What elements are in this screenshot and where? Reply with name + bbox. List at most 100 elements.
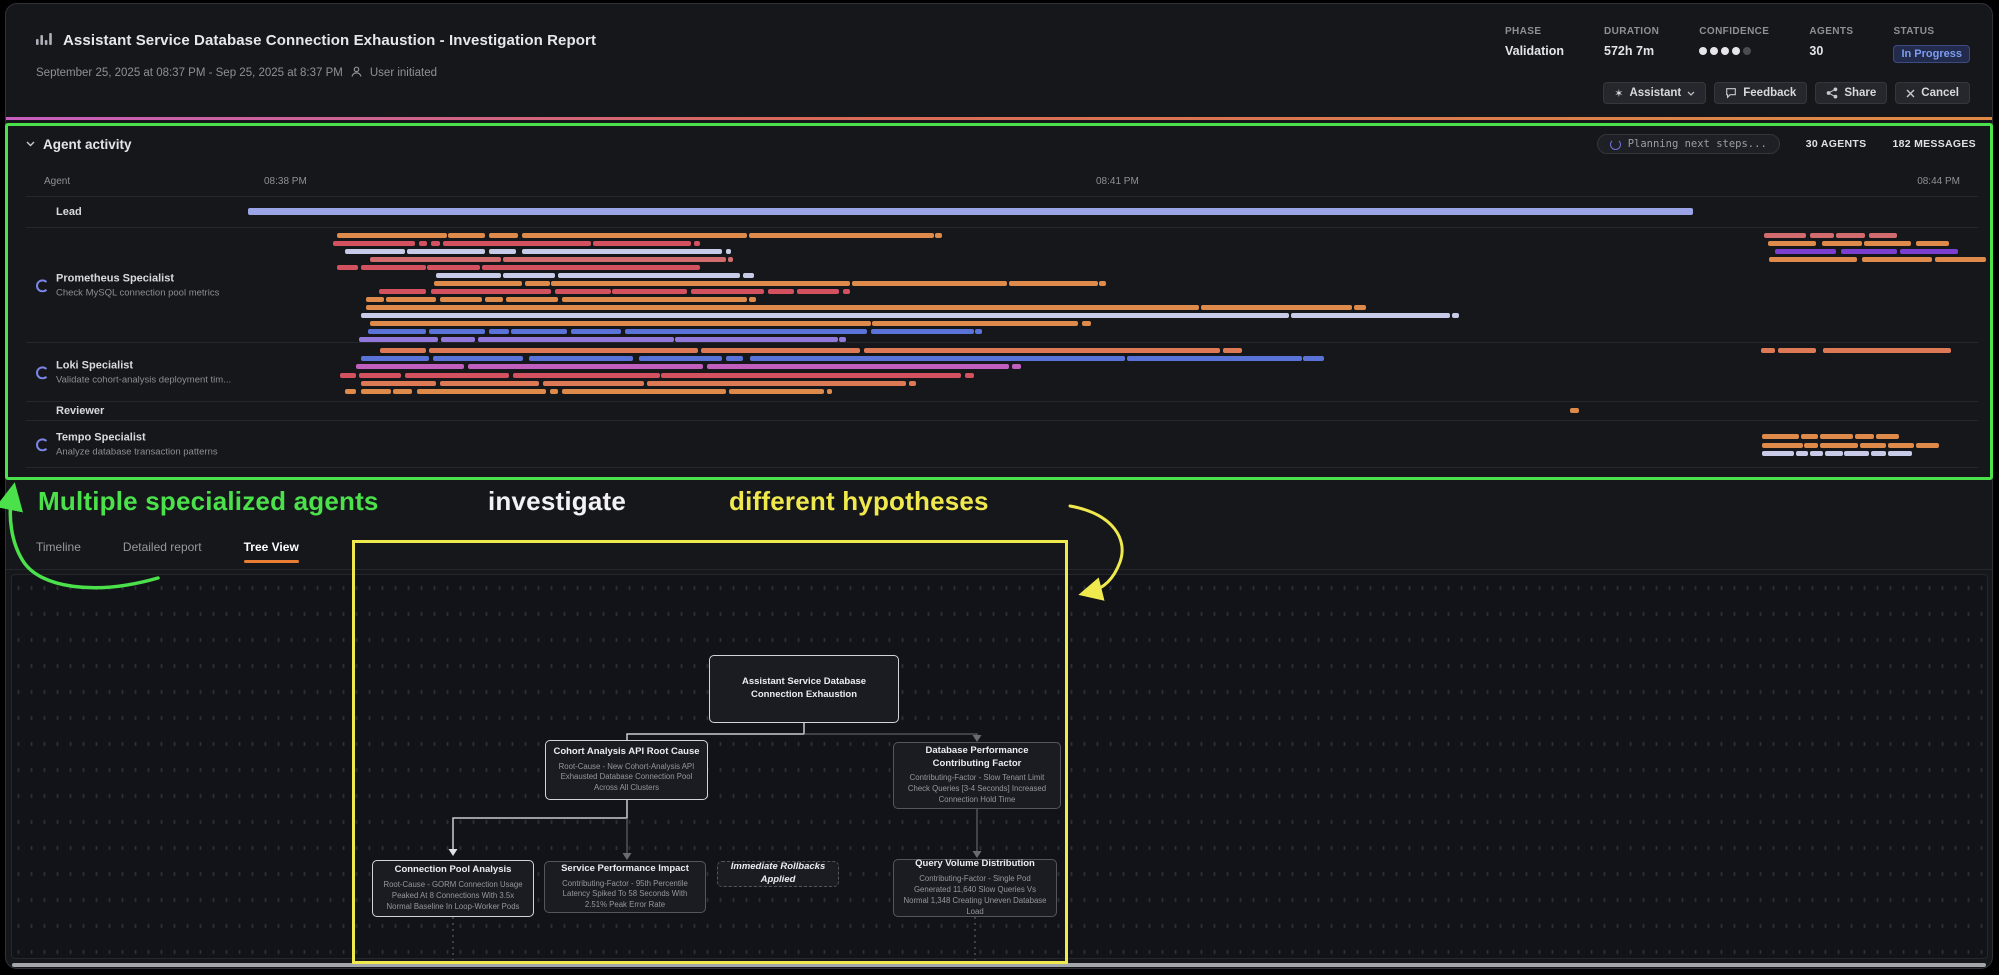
gantt-bar-segment[interactable] xyxy=(1935,257,1986,262)
gantt-bar-segment[interactable] xyxy=(440,381,539,386)
gantt-bar-segment[interactable] xyxy=(333,241,415,246)
gantt-bar-segment[interactable] xyxy=(750,356,1125,361)
gantt-bar-segment[interactable] xyxy=(340,373,356,378)
gantt-bar-segment[interactable] xyxy=(612,289,687,294)
gantt-bar-segment[interactable] xyxy=(361,381,436,386)
gantt-bar-segment[interactable] xyxy=(361,265,426,270)
gantt-bar-segment[interactable] xyxy=(1844,451,1868,456)
assistant-button[interactable]: ✶ Assistant xyxy=(1603,82,1706,104)
gantt-bar-segment[interactable] xyxy=(550,389,559,394)
gantt-bar-segment[interactable] xyxy=(1855,434,1874,439)
gantt-bar-segment[interactable] xyxy=(337,265,358,270)
tab-tree-view[interactable]: Tree View xyxy=(244,540,299,563)
gantt-bar-segment[interactable] xyxy=(405,373,510,378)
gantt-bar-segment[interactable] xyxy=(1823,348,1950,353)
gantt-bar-segment[interactable] xyxy=(436,273,501,278)
gantt-bar-segment[interactable] xyxy=(1775,249,1836,254)
gantt-bar-segment[interactable] xyxy=(1869,233,1897,238)
gantt-bar-segment[interactable] xyxy=(482,265,700,270)
gantt-bar-segment[interactable] xyxy=(489,233,519,238)
gantt-bar-segment[interactable] xyxy=(440,297,482,302)
gantt-bar-segment[interactable] xyxy=(1127,356,1302,361)
gantt-bar-segment[interactable] xyxy=(749,297,756,302)
gantt-bar-segment[interactable] xyxy=(503,257,726,262)
feedback-button[interactable]: Feedback xyxy=(1714,82,1807,104)
gantt-bar-segment[interactable] xyxy=(1864,241,1911,246)
gantt-bar-segment[interactable] xyxy=(1762,434,1799,439)
gantt-bar-segment[interactable] xyxy=(489,249,517,254)
gantt-bar-segment[interactable] xyxy=(1825,451,1842,456)
gantt-bar-segment[interactable] xyxy=(370,257,501,262)
gantt-bar-segment[interactable] xyxy=(485,297,502,302)
gantt-bar-segment[interactable] xyxy=(1201,305,1353,310)
gantt-bar-segment[interactable] xyxy=(1291,313,1450,318)
gantt-bar-segment[interactable] xyxy=(935,233,942,238)
gantt-bar-segment[interactable] xyxy=(1916,443,1939,448)
tree-node-rollback[interactable]: Immediate Rollbacks Applied xyxy=(717,861,839,887)
gantt-bar-segment[interactable] xyxy=(707,364,1009,369)
gantt-bar-segment[interactable] xyxy=(1804,443,1818,448)
gantt-bar-segment[interactable] xyxy=(525,281,549,286)
gantt-bar-segment[interactable] xyxy=(1876,434,1899,439)
tree-node-pool[interactable]: Connection Pool AnalysisRoot-Cause - GOR… xyxy=(372,860,534,917)
gantt-bar-segment[interactable] xyxy=(691,289,764,294)
gantt-bar-segment[interactable] xyxy=(1871,451,1887,456)
gantt-bar-segment[interactable] xyxy=(1801,434,1818,439)
gantt-bar-segment[interactable] xyxy=(827,389,832,394)
gantt-bar-segment[interactable] xyxy=(1303,356,1324,361)
agent-activity-toggle[interactable]: Agent activity xyxy=(26,137,132,152)
gantt-bar-segment[interactable] xyxy=(407,249,486,254)
gantt-bar-segment[interactable] xyxy=(1822,241,1862,246)
gantt-bar-segment[interactable] xyxy=(1860,443,1886,448)
gantt-bar-segment[interactable] xyxy=(443,241,591,246)
gantt-bar-segment[interactable] xyxy=(1810,233,1834,238)
gantt-bar-segment[interactable] xyxy=(522,249,723,254)
gantt-bar-segment[interactable] xyxy=(909,381,916,386)
gantt-bar-segment[interactable] xyxy=(625,329,868,334)
tree-node-svcperf[interactable]: Service Performance ImpactContributing-F… xyxy=(544,861,706,913)
gantt-bar-segment[interactable] xyxy=(558,273,739,278)
gantt-bar-segment[interactable] xyxy=(434,281,521,286)
gantt-bar-segment[interactable] xyxy=(359,373,401,378)
gantt-bar-segment[interactable] xyxy=(965,373,974,378)
gantt-bar-segment[interactable] xyxy=(345,389,355,394)
gantt-bar-segment[interactable] xyxy=(345,249,404,254)
gantt-bar-segment[interactable] xyxy=(361,356,429,361)
cancel-button[interactable]: Cancel xyxy=(1895,82,1970,104)
tab-detailed-report[interactable]: Detailed report xyxy=(123,540,202,563)
gantt-bar-segment[interactable] xyxy=(843,289,850,294)
gantt-bar-segment[interactable] xyxy=(431,241,440,246)
gantt-bar-segment[interactable] xyxy=(749,233,934,238)
gantt-bar-segment[interactable] xyxy=(511,329,567,334)
gantt-bar-segment[interactable] xyxy=(513,373,660,378)
gantt-bar-segment[interactable] xyxy=(1762,451,1793,456)
gantt-bar-segment[interactable] xyxy=(361,313,1289,318)
gantt-bar-segment[interactable] xyxy=(1768,241,1817,246)
gantt-bar-segment[interactable] xyxy=(506,297,558,302)
gantt-bar-segment[interactable] xyxy=(768,289,794,294)
gantt-bar-segment[interactable] xyxy=(864,348,1220,353)
gantt-bar-segment[interactable] xyxy=(370,321,871,326)
gantt-bar-segment[interactable] xyxy=(571,329,622,334)
gantt-bar-segment[interactable] xyxy=(433,356,524,361)
gantt-bar-segment[interactable] xyxy=(1888,451,1912,456)
gantt-bar-segment[interactable] xyxy=(1862,257,1932,262)
tab-timeline[interactable]: Timeline xyxy=(36,540,81,563)
gantt-bar-segment[interactable] xyxy=(1223,348,1242,353)
gantt-bar-segment[interactable] xyxy=(1082,321,1091,326)
gantt-bar-segment[interactable] xyxy=(562,297,747,302)
gantt-bar-segment[interactable] xyxy=(248,208,1693,215)
gantt-bar-segment[interactable] xyxy=(1452,313,1459,318)
gantt-bar-segment[interactable] xyxy=(386,297,437,302)
gantt-bar-segment[interactable] xyxy=(337,233,447,238)
gantt-bar-segment[interactable] xyxy=(368,329,426,334)
gantt-bar-segment[interactable] xyxy=(726,249,731,254)
gantt-bar-segment[interactable] xyxy=(1012,364,1021,369)
gantt-bar-segment[interactable] xyxy=(1836,233,1866,238)
gantt-bar-segment[interactable] xyxy=(380,348,425,353)
gantt-bar-segment[interactable] xyxy=(1009,281,1098,286)
gantt-bar-segment[interactable] xyxy=(419,241,428,246)
tree-node-dbperf[interactable]: Database Performance Contributing Factor… xyxy=(893,742,1061,809)
gantt-bar-segment[interactable] xyxy=(661,373,961,378)
gantt-bar-segment[interactable] xyxy=(366,305,1198,310)
